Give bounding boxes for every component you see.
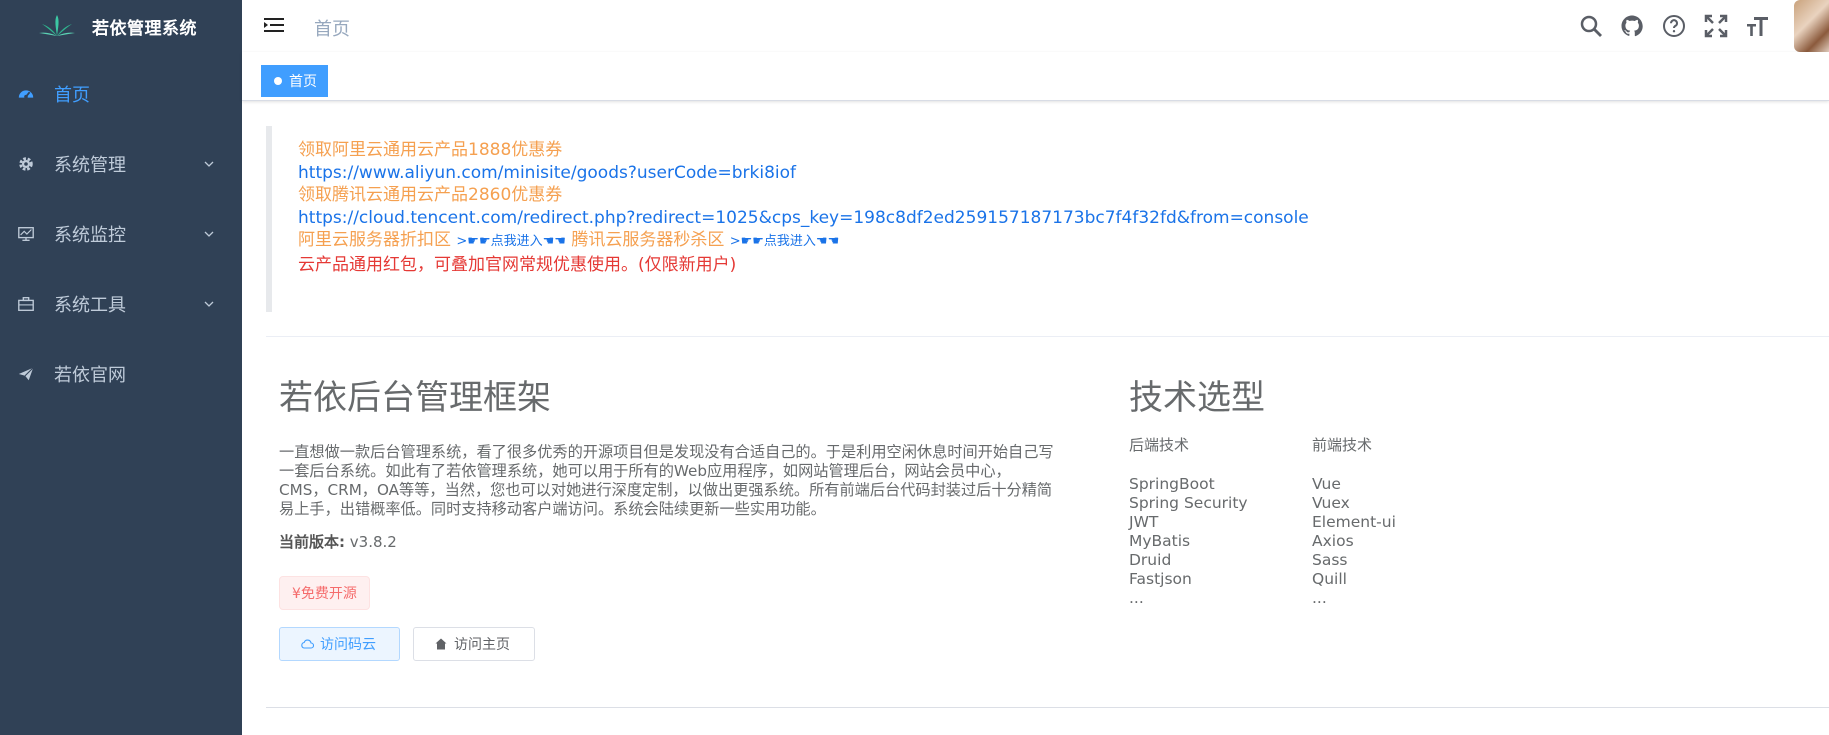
aliyun-discount-label: 阿里云服务器折扣区 [298, 230, 451, 251]
chevron-down-icon [204, 161, 214, 167]
sidebar-item-label: 首页 [54, 85, 90, 106]
list-item: Fastjson [1129, 570, 1192, 588]
navbar: 首页 [242, 0, 1829, 53]
app-title: 若依管理系统 [92, 18, 197, 39]
list-item: SpringBoot [1129, 475, 1215, 493]
intro-section: 若依后台管理框架 一直想做一款后台管理系统，看了很多优秀的开源项目但是发现没有合… [279, 370, 1054, 661]
logo-icon [39, 15, 75, 36]
list-item: Spring Security [1129, 494, 1248, 512]
tag-home[interactable]: 首页 [261, 65, 328, 97]
intro-description: 一直想做一款后台管理系统，看了很多优秀的开源项目但是发现没有合适自己的。于是利用… [279, 443, 1054, 518]
frontend-tech-list: 前端技术 Vue Vuex Element-ui Axios Sass Quil… [1312, 436, 1396, 608]
list-item: MyBatis [1129, 532, 1191, 550]
monitor-icon [16, 224, 36, 244]
list-item: Sass [1312, 551, 1348, 569]
sidebar-item-label: 系统监控 [54, 225, 126, 246]
logo[interactable]: 若依管理系统 [0, 0, 242, 52]
promo-notice: 领取阿里云通用云产品1888优惠券 https://www.aliyun.com… [266, 126, 1566, 312]
search-icon[interactable] [1579, 14, 1603, 38]
home-icon [435, 638, 447, 650]
tag-label: 首页 [289, 74, 317, 90]
list-item: ... [1129, 589, 1144, 607]
tencent-sale-link[interactable]: >☛☛点我进入☚☚ [730, 234, 840, 249]
help-icon[interactable] [1662, 14, 1686, 38]
visit-gitee-label: 访问码云 [320, 637, 376, 653]
hamburger-icon[interactable] [264, 15, 284, 35]
visit-gitee-button[interactable]: 访问码云 [279, 627, 400, 661]
chevron-down-icon [204, 301, 214, 307]
tags-view: 首页 [242, 52, 1829, 101]
list-item: Druid [1129, 551, 1172, 569]
chevron-down-icon [204, 231, 214, 237]
backend-tech-head: 后端技术 [1129, 436, 1190, 454]
dashboard-icon [16, 84, 36, 104]
sidebar-item-label: 系统工具 [54, 295, 126, 316]
list-item: Quill [1312, 570, 1347, 588]
sidebar: 若依管理系统 首页 系统管理 系统监控 系统工具 若依官网 [0, 0, 242, 735]
version-label: 当前版本: [279, 533, 345, 551]
sidebar-item-label: 系统管理 [54, 155, 126, 176]
visit-homepage-button[interactable]: 访问主页 [413, 627, 535, 661]
promo-tencent-link[interactable]: https://cloud.tencent.com/redirect.php?r… [298, 208, 1309, 228]
list-item: ... [1312, 589, 1327, 607]
frontend-tech-head: 前端技术 [1312, 436, 1373, 454]
aliyun-discount-link[interactable]: >☛☛点我进入☚☚ [456, 234, 566, 249]
list-item: Vuex [1312, 494, 1350, 512]
tech-title: 技术选型 [1129, 378, 1265, 418]
avatar[interactable] [1794, 0, 1829, 52]
list-item: Vue [1312, 475, 1341, 493]
backend-tech-list: 后端技术 SpringBoot Spring Security JWT MyBa… [1129, 436, 1248, 608]
list-item: Element-ui [1312, 513, 1396, 531]
cloud-icon [301, 639, 314, 649]
breadcrumb: 首页 [314, 19, 350, 40]
tencent-sale-label: 腾讯云服务器秒杀区 [571, 230, 725, 251]
divider [266, 336, 1829, 337]
promo-tencent-title: 领取腾讯云通用云产品2860优惠券 [298, 185, 563, 206]
promo-redpacket-text: 云产品通用红包，可叠加官网常规优惠使用。(仅限新用户) [298, 254, 737, 275]
gear-icon [16, 154, 36, 174]
sidebar-item-system[interactable]: 系统管理 [0, 129, 242, 199]
list-item: JWT [1129, 513, 1159, 531]
active-dot-icon [274, 77, 282, 85]
promo-aliyun-link[interactable]: https://www.aliyun.com/minisite/goods?us… [298, 163, 796, 183]
tech-section: 技术选型 后端技术 SpringBoot Spring Security JWT… [1129, 370, 1396, 607]
sidebar-item-label: 若依官网 [54, 365, 126, 386]
font-size-icon[interactable] [1746, 14, 1770, 38]
divider [266, 707, 1829, 708]
sidebar-item-monitor[interactable]: 系统监控 [0, 199, 242, 269]
visit-homepage-label: 访问主页 [454, 637, 510, 653]
intro-title: 若依后台管理框架 [279, 378, 551, 418]
github-icon[interactable] [1620, 14, 1644, 38]
sidebar-item-tools[interactable]: 系统工具 [0, 269, 242, 339]
version-info: 当前版本: v3.8.2 [279, 531, 1049, 552]
fullscreen-icon[interactable] [1704, 14, 1728, 38]
paper-plane-icon [16, 364, 36, 384]
toolbox-icon [16, 294, 36, 314]
promo-aliyun-title: 领取阿里云通用云产品1888优惠券 [298, 140, 563, 160]
list-item: Axios [1312, 532, 1354, 550]
version-value: v3.8.2 [349, 533, 397, 551]
sidebar-item-home[interactable]: 首页 [0, 59, 242, 129]
sidebar-item-website[interactable]: 若依官网 [0, 339, 242, 409]
free-open-source-badge: ¥免费开源 [279, 576, 370, 610]
